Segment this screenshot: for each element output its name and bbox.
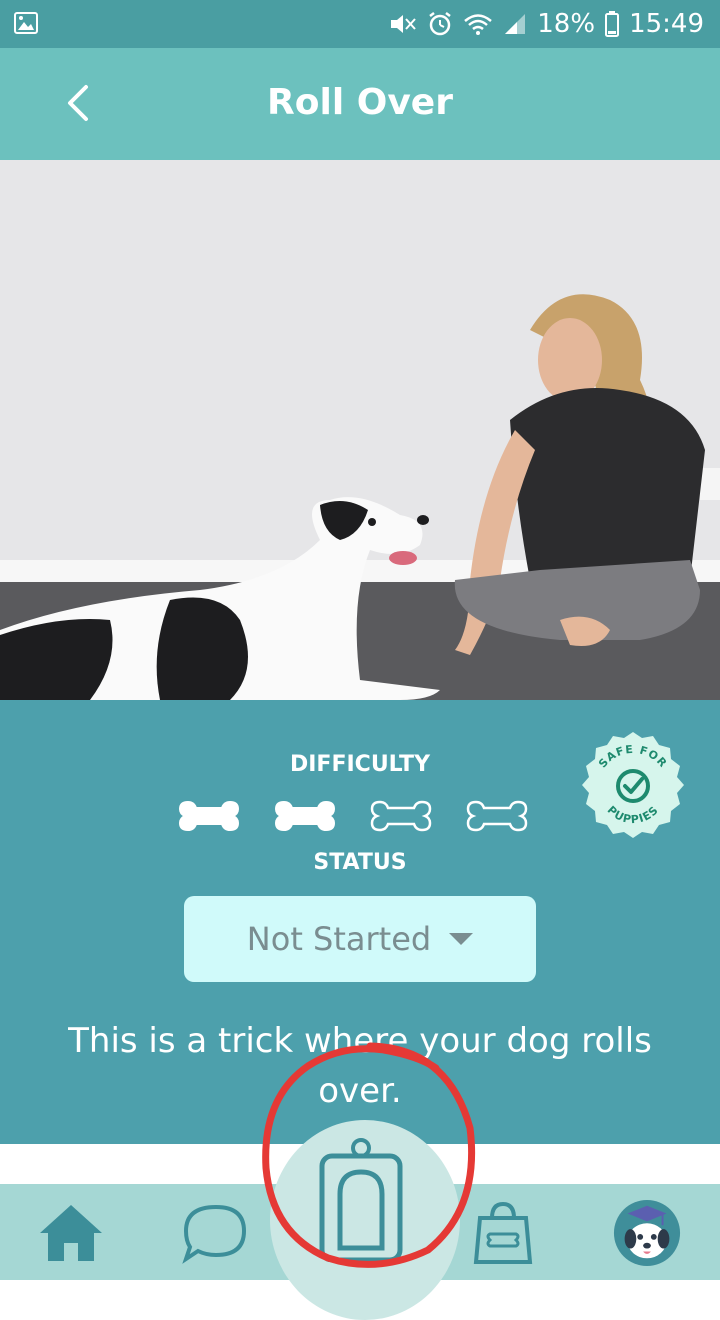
status-dropdown[interactable]: Not Started [184,896,536,982]
bone-icon-outline [466,800,528,832]
status-label: STATUS [313,850,407,875]
status-value: Not Started [246,920,432,958]
trick-video-frame [0,160,720,700]
battery-percent: 18% [537,9,596,39]
chat-icon [182,1204,247,1264]
page-title: Roll Over [267,82,453,123]
caret-down-icon [449,933,474,945]
clicker-icon[interactable] [318,1138,404,1262]
nav-chat[interactable] [180,1198,250,1268]
home-icon [40,1205,102,1261]
bone-icon-outline [370,800,432,832]
trick-info-panel: DIFFICULTY STATUS Not Started SAFE FOR P… [0,700,720,1144]
alarm-icon [429,12,452,36]
profile-dog-icon [613,1199,681,1267]
wifi-icon [464,14,493,35]
shop-bag-icon [473,1201,533,1264]
bone-icon-filled [178,800,240,832]
trick-description: This is a trick where your dog rolls ove… [68,1021,652,1111]
battery-icon [605,11,620,37]
difficulty-rating [176,798,530,834]
trick-video[interactable] [0,160,720,700]
nav-home[interactable] [36,1198,106,1268]
status-bar: 18% 15:49 [0,0,720,48]
nav-shop[interactable] [468,1198,538,1268]
app-bar: Roll Over [0,48,720,160]
bone-icon-filled [274,800,336,832]
mute-vibrate-icon [391,15,417,33]
signal-icon [505,14,526,34]
image-notification-icon [14,12,38,34]
clock: 15:49 [629,9,704,39]
nav-profile[interactable] [612,1198,682,1268]
safe-for-puppies-badge: SAFE FOR PUPPIES [582,732,684,838]
